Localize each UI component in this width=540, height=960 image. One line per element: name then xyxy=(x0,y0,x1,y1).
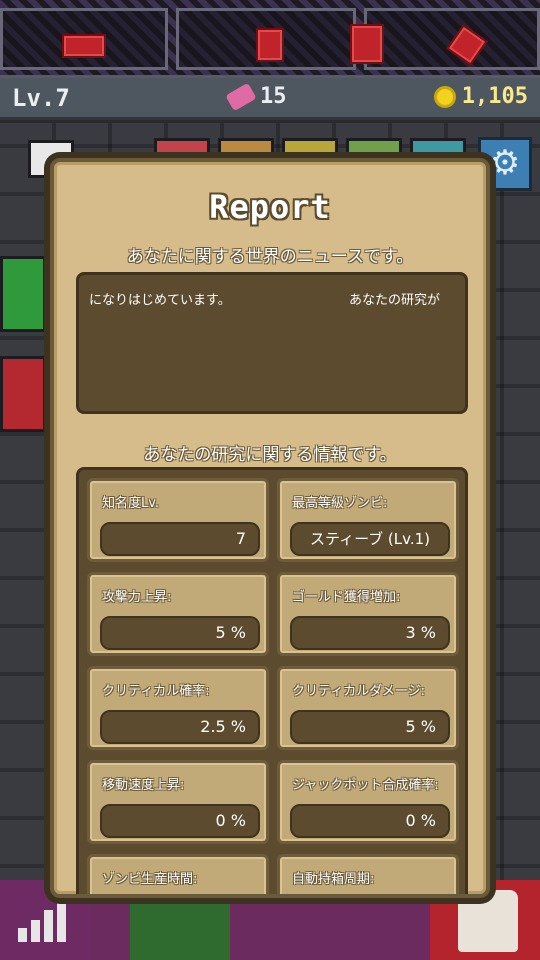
gold-counter: 1,105 xyxy=(433,84,528,109)
stats-panel: 知名度Lv. 7 最高等級ゾンビ: スティーブ (Lv.1) 攻撃力上昇: 5 … xyxy=(76,467,468,894)
side-button-green[interactable] xyxy=(0,256,46,332)
stat-card-crit-damage: クリティカルダメージ: 5 % xyxy=(277,666,459,750)
stat-card-zombie-production: ゾンビ生産時間: xyxy=(87,854,269,894)
coin-icon xyxy=(433,86,456,108)
side-button-red[interactable] xyxy=(0,356,46,432)
stat-value: 3 % xyxy=(290,616,450,650)
stat-label: 自動持箱周期: xyxy=(292,872,375,887)
stats-heading: あなたの研究に関する情報です。 xyxy=(143,445,397,465)
news-ticker-box: になりはじめています。 あなたの研究が xyxy=(76,272,468,414)
stat-label: 知名度Lv. xyxy=(102,496,160,511)
news-ticker-text: あなたの研究が xyxy=(349,293,441,308)
status-bar: Lv.7 15 1,105 xyxy=(0,78,540,120)
top-monitor-strip xyxy=(0,0,540,78)
red-device-icon xyxy=(62,34,106,58)
news-ticker-text: になりはじめています。 xyxy=(89,293,231,308)
stat-card-move-speed: 移動速度上昇: 0 % xyxy=(87,760,269,844)
candy-icon xyxy=(225,82,257,112)
stat-value: 7 xyxy=(100,522,260,556)
red-device-icon xyxy=(350,24,384,64)
modal-title: Report xyxy=(209,188,331,226)
stat-value: スティーブ (Lv.1) xyxy=(290,522,450,556)
center-button[interactable] xyxy=(130,890,230,960)
stat-label: ゴールド獲得増加: xyxy=(292,590,401,605)
report-modal: Report あなたに関する世界のニュースです。 になりはじめています。 あなた… xyxy=(50,158,490,898)
bar-chart-icon xyxy=(18,898,72,942)
stat-card-auto-box: 自動持箱周期: xyxy=(277,854,459,894)
stat-card-crit-rate: クリティカル確率: 2.5 % xyxy=(87,666,269,750)
stat-card-fame-level: 知名度Lv. 7 xyxy=(87,478,269,562)
stat-value: 2.5 % xyxy=(100,710,260,744)
stat-label: クリティカルダメージ: xyxy=(292,684,425,699)
stat-card-jackpot-rate: ジャックポット合成確率: 0 % xyxy=(277,760,459,844)
gold-amount: 1,105 xyxy=(461,84,528,109)
stat-card-attack-up: 攻撃力上昇: 5 % xyxy=(87,572,269,656)
candy-count: 15 xyxy=(260,84,287,109)
news-heading: あなたに関する世界のニュースです。 xyxy=(126,247,414,267)
stat-value: 0 % xyxy=(100,804,260,838)
stat-label: ゾンビ生産時間: xyxy=(102,872,198,887)
skull-icon xyxy=(458,890,518,952)
stat-label: 移動速度上昇: xyxy=(102,778,185,793)
stat-value: 0 % xyxy=(290,804,450,838)
stat-label: ジャックポット合成確率: xyxy=(292,778,439,793)
stat-value: 5 % xyxy=(100,616,260,650)
stat-label: クリティカル確率: xyxy=(102,684,210,699)
player-level: Lv.7 xyxy=(12,84,70,112)
stat-value: 5 % xyxy=(290,710,450,744)
stat-label: 最高等級ゾンビ: xyxy=(292,496,388,511)
candy-counter: 15 xyxy=(225,82,287,112)
stat-card-gold-gain: ゴールド獲得増加: 3 % xyxy=(277,572,459,656)
stat-label: 攻撃力上昇: xyxy=(102,590,172,605)
stat-card-top-zombie: 最高等級ゾンビ: スティーブ (Lv.1) xyxy=(277,478,459,562)
red-device-icon xyxy=(256,28,284,62)
